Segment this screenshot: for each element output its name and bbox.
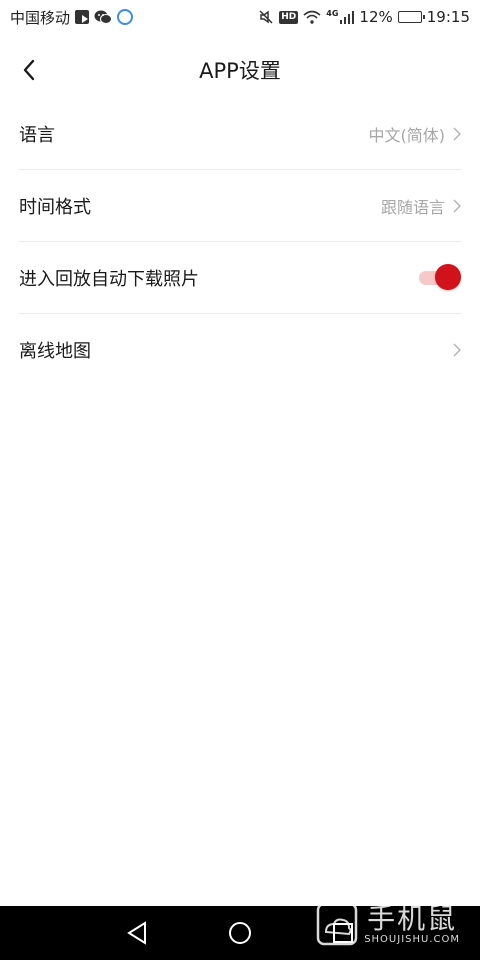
- carrier-name: 中国移动: [10, 8, 71, 27]
- app-settings-screen: 中国移动 HD 4G 12% 19:15 APP设置 语言 中文(简体) 时间格…: [0, 0, 480, 960]
- wifi-icon: [303, 10, 321, 24]
- setting-row-offline-map[interactable]: 离线地图: [19, 314, 461, 385]
- mute-icon: [258, 9, 274, 25]
- watermark-title: 手机鼠: [367, 901, 458, 935]
- watermark-logo-icon: [316, 902, 358, 946]
- watermark-text: 手机鼠 SHOUJISHU.COM: [364, 901, 460, 945]
- setting-right: 跟随语言: [381, 194, 461, 218]
- network-type: 4G: [326, 8, 339, 18]
- circle-home-icon: [229, 922, 251, 944]
- hd-icon: HD: [279, 10, 299, 24]
- wechat-icon: [94, 9, 113, 25]
- battery-percent: 12%: [359, 8, 393, 26]
- clock: 19:15: [426, 8, 470, 26]
- triangle-back-icon: [127, 921, 146, 945]
- nav-back-button[interactable]: [126, 921, 148, 945]
- system-nav-bar: 手机鼠 SHOUJISHU.COM: [0, 902, 480, 960]
- settings-list: 语言 中文(简体) 时间格式 跟随语言 进入回放自动下载照片 离线地图: [0, 98, 480, 385]
- watermark-url: SHOUJISHU.COM: [364, 933, 460, 945]
- setting-label: 时间格式: [19, 196, 91, 218]
- header: APP设置: [0, 34, 480, 106]
- setting-value: 中文(简体): [368, 125, 446, 145]
- status-right: HD 4G 12% 19:15: [258, 8, 470, 26]
- page-title: APP设置: [199, 59, 281, 83]
- setting-row-time-format[interactable]: 时间格式 跟随语言: [19, 170, 461, 242]
- chevron-right-icon: [453, 126, 461, 141]
- battery-charging-icon: [397, 11, 425, 23]
- setting-row-auto-download-photos: 进入回放自动下载照片: [19, 242, 461, 314]
- app-notification-icon: [117, 9, 134, 25]
- setting-right: [453, 342, 461, 357]
- back-button[interactable]: [14, 52, 44, 88]
- status-bar: 中国移动 HD 4G 12% 19:15: [0, 0, 480, 34]
- setting-label: 进入回放自动下载照片: [19, 268, 199, 290]
- chevron-right-icon: [453, 342, 461, 357]
- watermark: 手机鼠 SHOUJISHU.COM: [316, 902, 460, 946]
- video-app-icon: [75, 10, 90, 24]
- setting-label: 离线地图: [19, 340, 91, 362]
- auto-download-toggle[interactable]: [419, 263, 461, 292]
- back-arrow-icon: [23, 59, 35, 81]
- nav-home-button[interactable]: [228, 921, 252, 945]
- setting-value: 跟随语言: [380, 197, 445, 217]
- signal-icon: [340, 10, 355, 24]
- status-left: 中国移动: [10, 7, 134, 28]
- setting-row-language[interactable]: 语言 中文(简体): [19, 98, 461, 170]
- setting-label: 语言: [19, 124, 55, 146]
- toggle-knob: [435, 263, 461, 290]
- setting-right: 中文(简体): [368, 122, 461, 146]
- chevron-right-icon: [453, 198, 461, 213]
